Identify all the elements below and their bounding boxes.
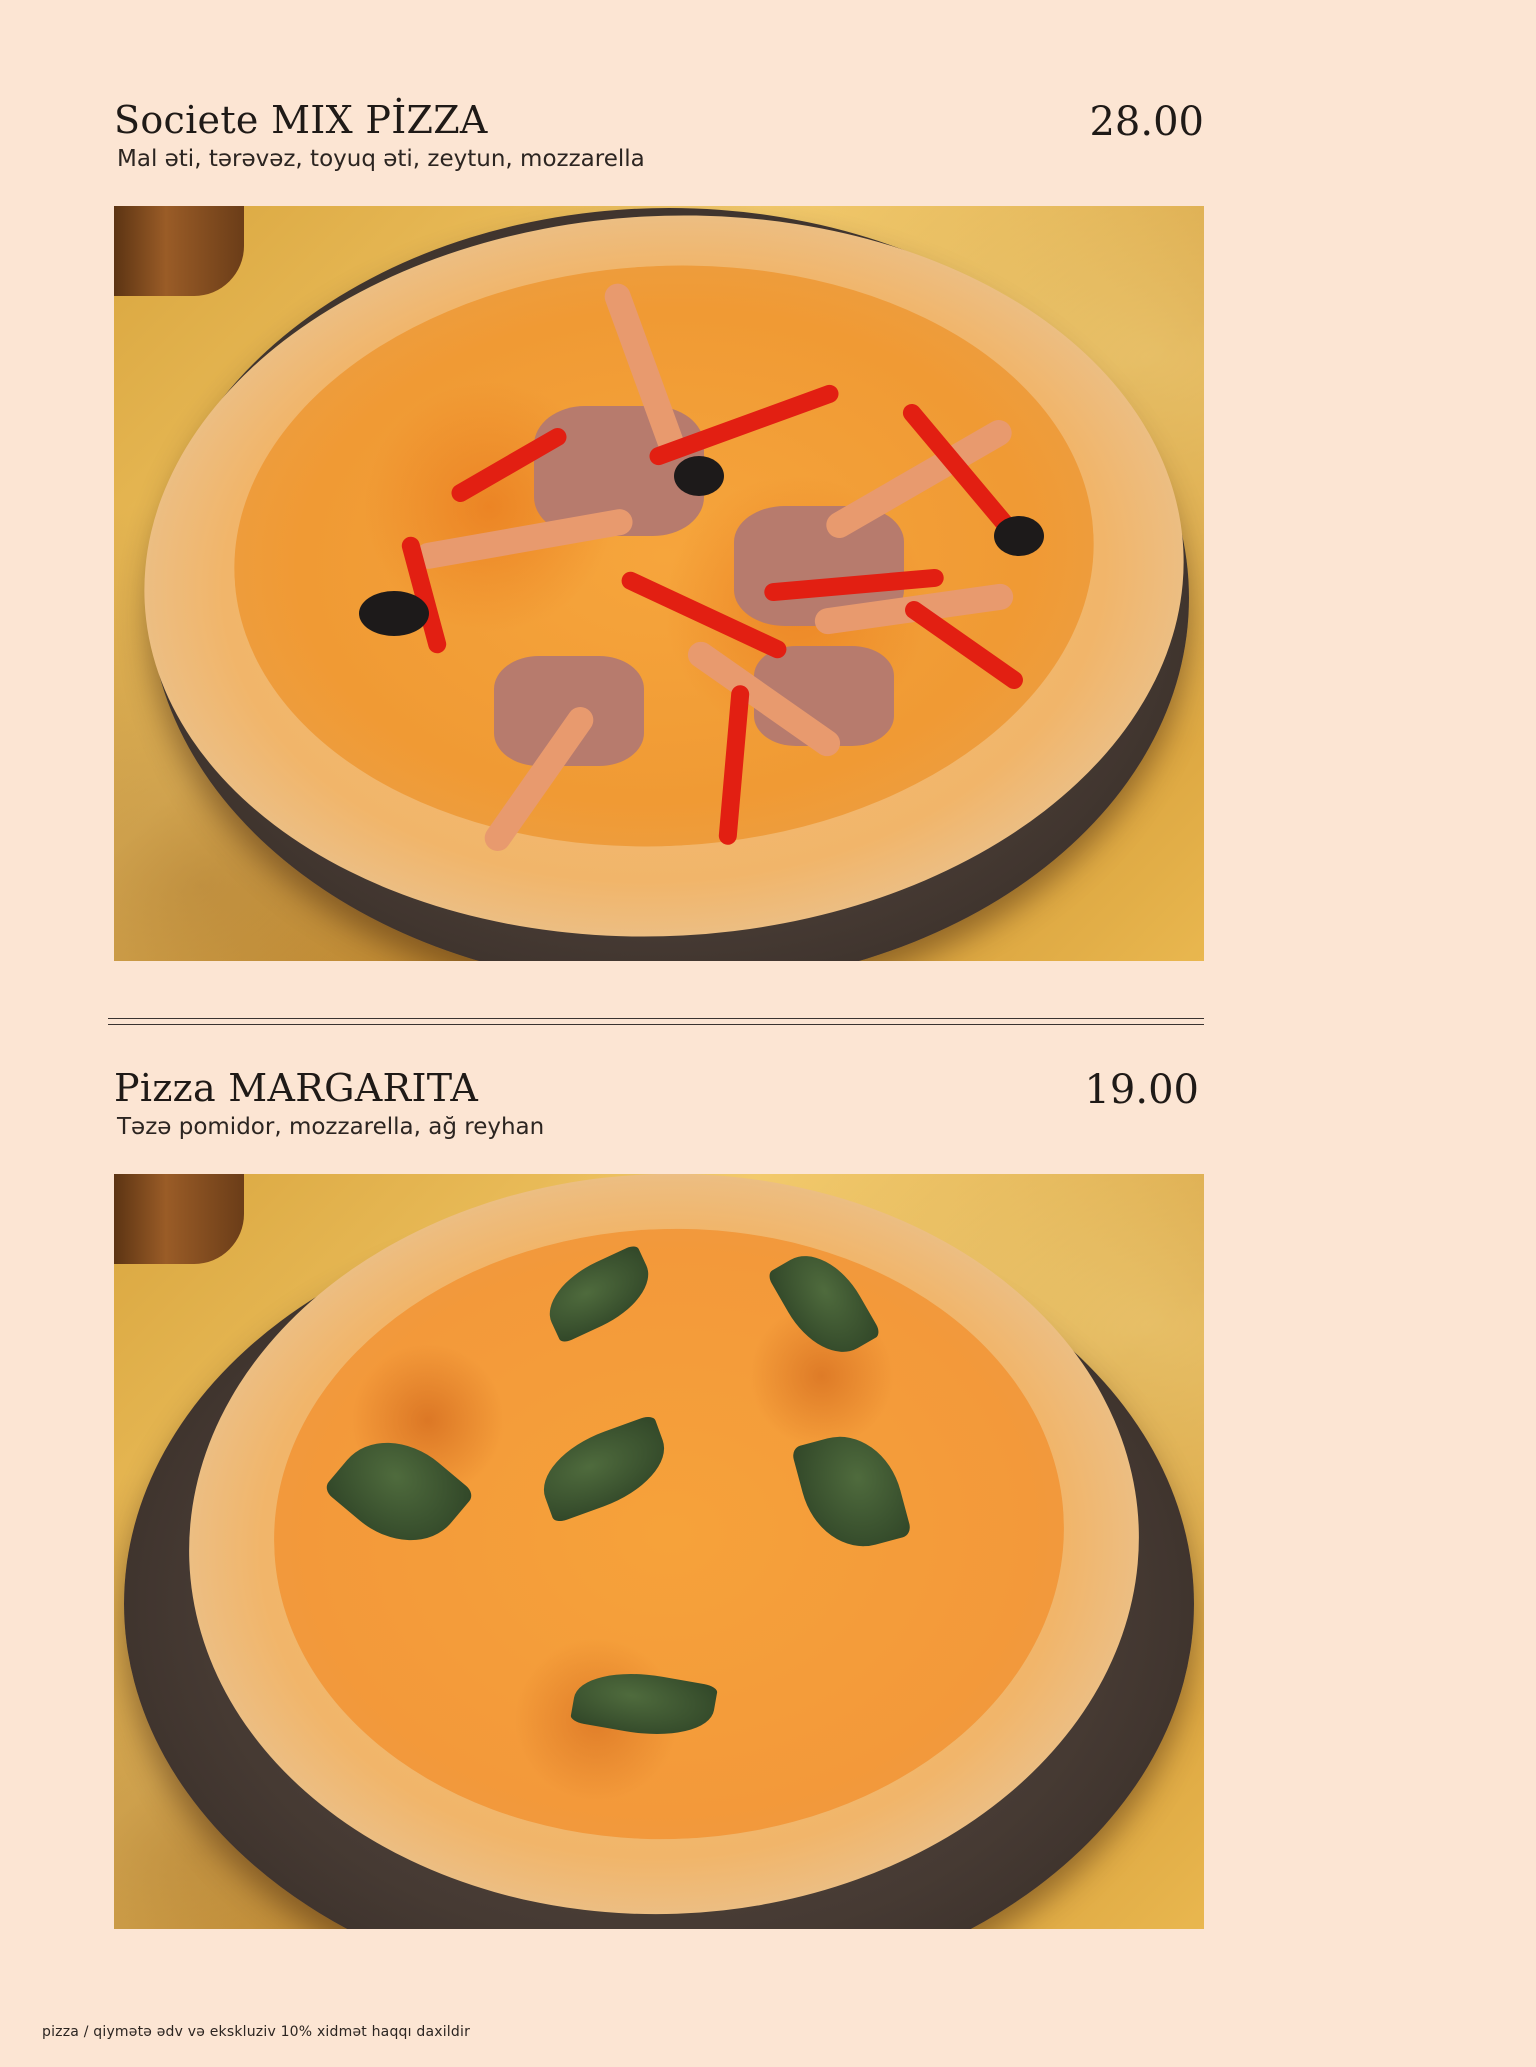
pizza-photo [114, 1174, 1204, 1929]
wood-handle [114, 206, 244, 296]
item-price: 28.00 [1089, 99, 1204, 145]
item-description: Mal əti, tərəvəz, toyuq əti, zeytun, moz… [117, 146, 645, 172]
menu-item-pizza-margarita: Pizza MARGARITA 19.00 Təzə pomidor, mozz… [114, 1064, 1204, 1929]
olive-topping [359, 591, 429, 636]
wood-handle [114, 1174, 244, 1264]
section-divider [108, 1018, 1204, 1025]
menu-item-header: Pizza MARGARITA 19.00 Təzə pomidor, mozz… [114, 1064, 1204, 1174]
item-title: Societe MIX PİZZA [114, 98, 488, 142]
menu-item-header: Societe MIX PİZZA 28.00 Mal əti, tərəvəz… [114, 96, 1204, 206]
olive-topping [994, 516, 1044, 556]
pizza-photo [114, 206, 1204, 961]
item-price: 19.00 [1084, 1067, 1199, 1113]
item-description: Təzə pomidor, mozzarella, ağ reyhan [117, 1114, 545, 1140]
footer-note: pizza / qiymətə ədv və ekskluziv 10% xid… [42, 2024, 471, 2040]
item-title: Pizza MARGARITA [114, 1066, 479, 1110]
olive-topping [674, 456, 724, 496]
menu-item-societe-mix-pizza: Societe MIX PİZZA 28.00 Mal əti, tərəvəz… [114, 96, 1204, 961]
